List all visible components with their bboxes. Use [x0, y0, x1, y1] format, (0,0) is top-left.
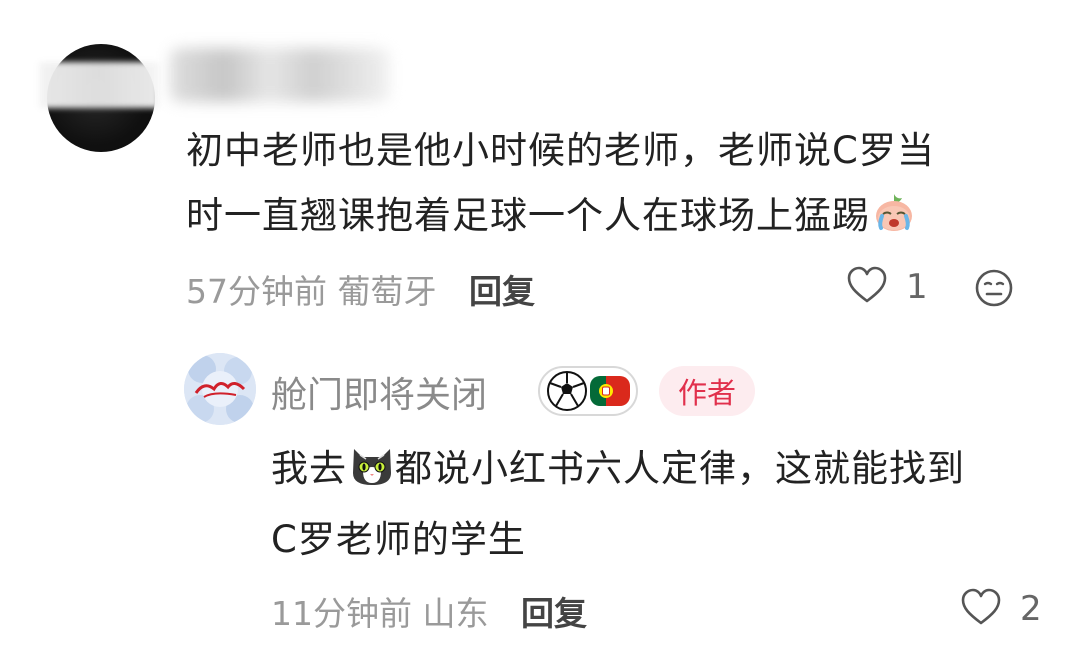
like-count: 1	[906, 267, 928, 307]
comment-location: 葡萄牙	[337, 272, 437, 311]
reply-author-name[interactable]: 舱门即将关闭	[271, 366, 487, 418]
reply-like-count: 2	[1020, 589, 1042, 629]
reply-meta: 11分钟前 山东 回复	[271, 587, 587, 635]
reply-text-rest: 都说小红书六人定律，这就能找到	[395, 447, 965, 490]
cat-emoji-icon	[349, 441, 395, 507]
heart-icon[interactable]	[960, 588, 1002, 630]
dislike-face-icon[interactable]	[974, 268, 1014, 312]
like-button[interactable]: 1	[846, 266, 928, 308]
reply-text-line2: C罗老师的学生	[271, 518, 526, 561]
comment-text-line1: 初中老师也是他小时候的老师，老师说C罗当	[186, 129, 935, 172]
comment-meta: 57分钟前 葡萄牙 回复	[186, 265, 535, 313]
reply-text-start: 我去	[271, 447, 347, 490]
comment-time: 57分钟前	[186, 272, 327, 311]
avatar-blur-overlay	[39, 62, 159, 108]
reply-like-button[interactable]: 2	[960, 588, 1042, 630]
commenter-name-blurred[interactable]	[170, 48, 390, 102]
heart-icon[interactable]	[846, 266, 888, 308]
comment-text: 初中老师也是他小时候的老师，老师说C罗当 时一直翘课抱着足球一个人在球场上猛踢	[186, 118, 1046, 254]
reply-reply-button[interactable]: 回复	[521, 594, 587, 633]
football-portugal-badge-icon[interactable]	[538, 366, 638, 416]
reply-button[interactable]: 回复	[469, 272, 535, 311]
reply-time: 11分钟前	[271, 594, 412, 633]
crying-peach-emoji-icon	[872, 189, 916, 254]
commenter-avatar[interactable]	[39, 44, 159, 152]
reply-location: 山东	[422, 594, 489, 633]
comment-text-line2: 时一直翘课抱着足球一个人在球场上猛踢	[186, 194, 870, 237]
reply-text: 我去 都说小红书六人定律，这就能找到 C罗老师的学生	[271, 436, 1051, 572]
author-tag: 作者	[659, 366, 755, 416]
reply-author-avatar[interactable]	[184, 353, 256, 425]
